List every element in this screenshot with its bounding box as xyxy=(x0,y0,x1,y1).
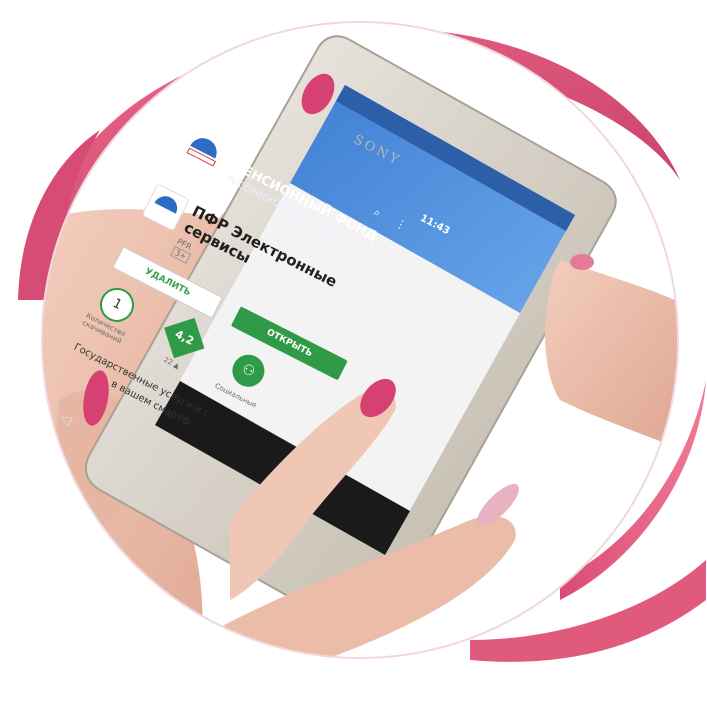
nav-home-icon[interactable]: ○ xyxy=(129,446,147,466)
people-icon[interactable]: ⚇ xyxy=(226,349,270,393)
rating-badge: 4,2 xyxy=(164,317,205,359)
photo-scene: SONY 11:43 ← ⌕ ⋮ ПЕНСИОННЫЙ ФОНД РОССИЙС… xyxy=(0,0,707,669)
search-icon[interactable]: ⌕ xyxy=(371,205,383,220)
more-vert-icon[interactable]: ⋮ xyxy=(393,216,409,233)
nav-back-icon[interactable]: ◁ xyxy=(57,410,74,429)
status-time: 11:43 xyxy=(418,212,452,238)
app-icon xyxy=(141,183,190,232)
back-arrow-icon[interactable]: ← xyxy=(191,105,206,122)
pfr-emblem xyxy=(175,125,230,180)
